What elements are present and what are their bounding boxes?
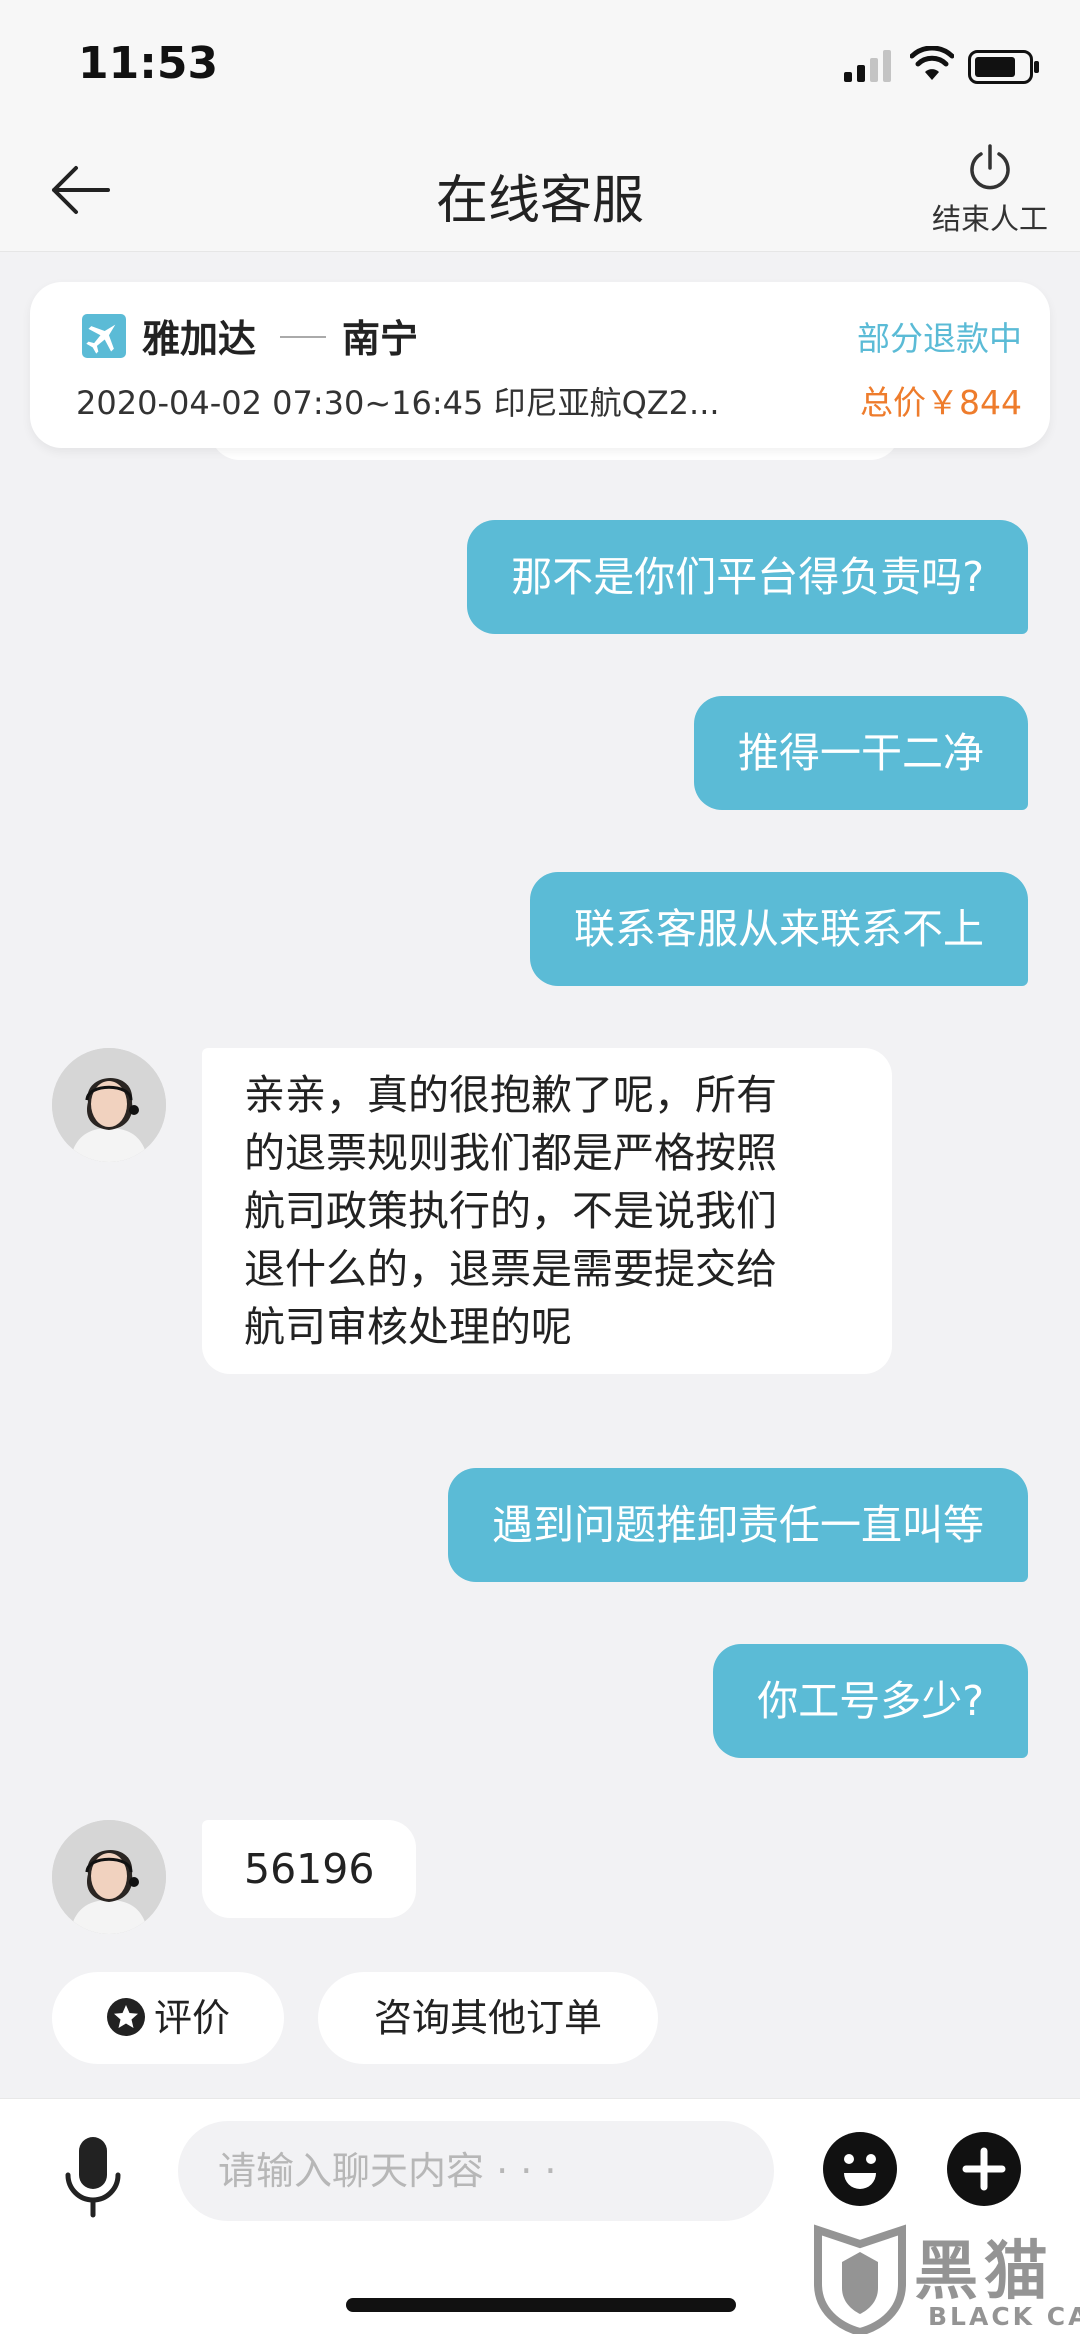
outgoing-message: 那不是你们平台得负责吗?: [467, 520, 1028, 634]
end-human-service-label: 结束人工: [931, 202, 1048, 236]
flight-order-card[interactable]: 雅加达 南宁 2020-04-02 07:30~16:45 印尼亚航QZ2...…: [30, 282, 1050, 448]
message-line: 航司审核处理的呢: [244, 1303, 572, 1351]
black-cat-watermark: 黑猫 BLACK CAT: [806, 2218, 1080, 2336]
airplane-icon: [82, 314, 126, 358]
star-icon: [106, 1998, 145, 2036]
rate-button[interactable]: 评价: [52, 1972, 284, 2064]
emoji-icon[interactable]: [822, 2131, 898, 2207]
status-time: 11:53: [78, 38, 219, 89]
consult-other-orders-button[interactable]: 咨询其他订单: [318, 1972, 658, 2064]
message-line: 亲亲，真的很抱歉了呢，所有: [244, 1071, 777, 1119]
message-line: 退什么的，退票是需要提交给: [244, 1245, 777, 1293]
power-icon: [970, 144, 1010, 190]
microphone-icon[interactable]: [62, 2135, 124, 2221]
route-destination: 南宁: [342, 317, 419, 361]
message-line: 的退票规则我们都是严格按照: [244, 1129, 777, 1177]
total-price-label: 总价￥844: [860, 383, 1022, 422]
incoming-message: 亲亲，真的很抱歉了呢，所有 的退票规则我们都是严格按照 航司政策执行的，不是说我…: [202, 1048, 892, 1374]
battery-icon: [968, 50, 1039, 84]
flight-details: 2020-04-02 07:30~16:45 印尼亚航QZ2...: [76, 384, 720, 422]
end-human-service-button[interactable]: 结束人工: [920, 142, 1060, 242]
home-indicator: [346, 2298, 736, 2312]
wifi-icon: [910, 46, 954, 80]
outgoing-message: 联系客服从来联系不上: [530, 872, 1028, 986]
page-title: 在线客服: [435, 171, 644, 231]
refund-status-label: 部分退款中: [857, 319, 1022, 358]
chat-header: 在线客服 结束人工: [0, 130, 1080, 252]
watermark-text: 黑猫: [914, 2235, 1054, 2309]
status-bar: 11:53: [0, 0, 1080, 130]
agent-avatar: [52, 1048, 166, 1162]
outgoing-message: 遇到问题推卸责任一直叫等: [448, 1468, 1028, 1582]
outgoing-message: 你工号多少?: [713, 1644, 1028, 1758]
cellular-signal-icon: [844, 50, 891, 82]
black-cat-logo-icon: [814, 2224, 906, 2334]
route-connector-line: [280, 336, 326, 338]
agent-avatar: [52, 1820, 166, 1934]
incoming-message: 56196: [202, 1820, 417, 1918]
watermark-subtext: BLACK CAT: [928, 2302, 1080, 2331]
outgoing-message: 推得一干二净: [694, 696, 1028, 810]
chat-message-input[interactable]: [178, 2121, 774, 2221]
plus-icon[interactable]: [946, 2131, 1022, 2207]
message-line: 航司政策执行的，不是说我们: [244, 1187, 777, 1235]
route-origin: 雅加达: [142, 317, 257, 361]
rate-label: 评价: [153, 1996, 230, 2040]
